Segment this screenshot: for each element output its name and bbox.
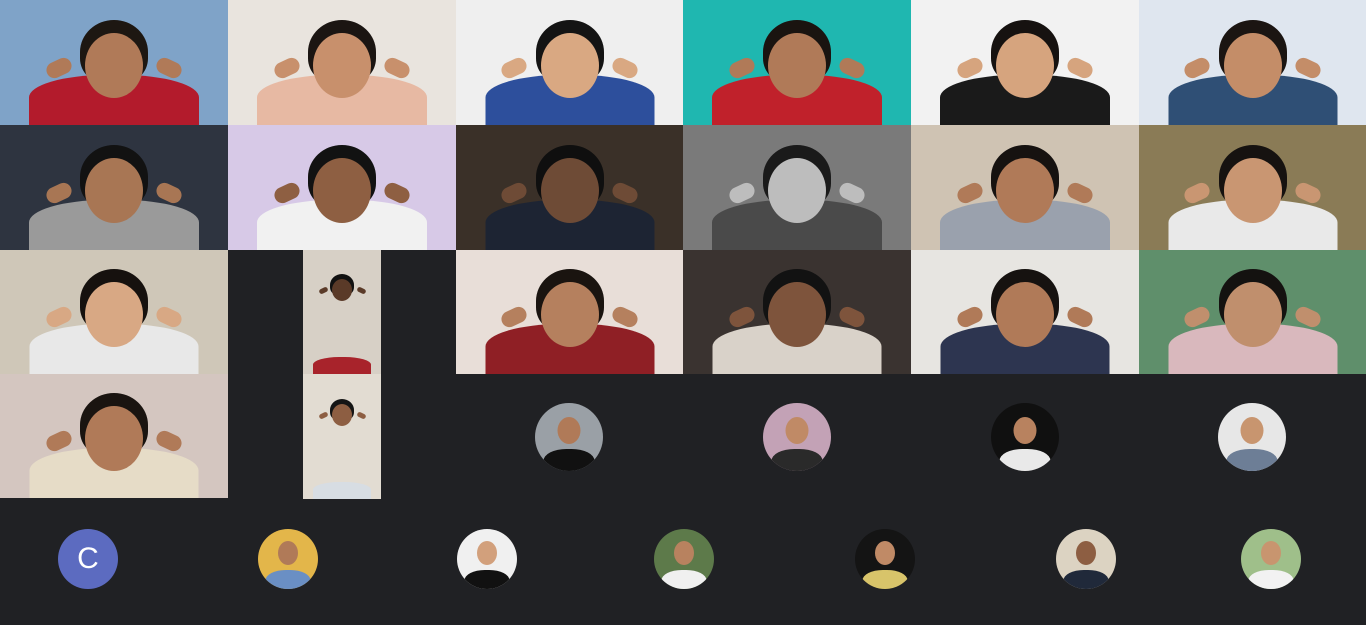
avatar-face bbox=[875, 541, 895, 565]
participant-video-tile[interactable] bbox=[0, 250, 228, 374]
participant-face bbox=[996, 282, 1054, 347]
participant-body bbox=[313, 357, 371, 374]
participant-body bbox=[313, 482, 371, 499]
participant-video-tile[interactable] bbox=[0, 374, 228, 498]
participant-video-tile[interactable] bbox=[0, 125, 228, 250]
participant-avatar[interactable] bbox=[763, 403, 831, 471]
avatar-body bbox=[1226, 449, 1278, 471]
participant-face bbox=[85, 33, 143, 98]
video-background bbox=[303, 250, 381, 374]
avatar-body bbox=[999, 449, 1051, 471]
participant-video-tile[interactable] bbox=[683, 125, 911, 250]
participant-avatar[interactable] bbox=[457, 529, 517, 589]
participant-face bbox=[996, 33, 1054, 98]
participant-face bbox=[1223, 33, 1282, 98]
avatar-body bbox=[265, 570, 311, 589]
participant-video-tile[interactable] bbox=[1139, 125, 1366, 250]
participant-face bbox=[332, 279, 352, 301]
participant-face bbox=[1223, 282, 1282, 347]
avatar-face bbox=[1240, 417, 1264, 444]
participant-video-tile[interactable] bbox=[911, 0, 1139, 125]
avatar-body bbox=[543, 449, 595, 471]
avatar-body bbox=[661, 570, 707, 589]
participant-face bbox=[85, 406, 143, 471]
participant-video-tile[interactable] bbox=[911, 250, 1139, 374]
avatar-face bbox=[1013, 417, 1037, 444]
participant-avatar[interactable] bbox=[991, 403, 1059, 471]
avatar-face bbox=[557, 417, 581, 444]
avatar-face bbox=[278, 541, 298, 565]
participant-face bbox=[85, 158, 143, 223]
participant-video-tile[interactable] bbox=[0, 0, 228, 125]
participant-face bbox=[768, 282, 826, 347]
participant-avatar[interactable] bbox=[1218, 403, 1286, 471]
participant-face bbox=[1223, 158, 1282, 223]
avatar-body bbox=[862, 570, 908, 589]
participant-face bbox=[332, 404, 352, 426]
avatar-body bbox=[771, 449, 823, 471]
participant-video-tile[interactable] bbox=[456, 0, 683, 125]
participant-face bbox=[313, 33, 371, 98]
participant-video-tile[interactable] bbox=[1139, 250, 1366, 374]
avatar-face bbox=[674, 541, 694, 565]
empty-slot bbox=[228, 250, 303, 500]
avatar-face bbox=[785, 417, 809, 444]
participant-video-tile[interactable] bbox=[303, 250, 381, 374]
avatar-body bbox=[464, 570, 510, 589]
participant-avatar[interactable] bbox=[855, 529, 915, 589]
participant-face bbox=[768, 158, 826, 223]
avatar-body bbox=[1063, 570, 1109, 589]
participant-face bbox=[85, 282, 143, 347]
participant-video-tile[interactable] bbox=[303, 374, 381, 499]
participant-face bbox=[540, 158, 599, 223]
avatar-face bbox=[1076, 541, 1096, 565]
participant-avatar[interactable] bbox=[258, 529, 318, 589]
avatar-face bbox=[1261, 541, 1281, 565]
participant-face bbox=[540, 33, 599, 98]
participant-avatar[interactable] bbox=[654, 529, 714, 589]
avatar-initial: C bbox=[77, 542, 99, 575]
participant-video-tile[interactable] bbox=[228, 0, 456, 125]
participant-avatar[interactable] bbox=[1241, 529, 1301, 589]
participant-face bbox=[768, 33, 826, 98]
participant-face bbox=[996, 158, 1054, 223]
participant-video-tile[interactable] bbox=[683, 0, 911, 125]
empty-slot bbox=[381, 250, 456, 500]
video-background bbox=[303, 374, 381, 499]
participant-avatar[interactable] bbox=[1056, 529, 1116, 589]
avatar-face bbox=[477, 541, 497, 565]
participant-video-tile[interactable] bbox=[228, 125, 456, 250]
participant-video-tile[interactable] bbox=[911, 125, 1139, 250]
participant-video-tile[interactable] bbox=[456, 250, 683, 374]
participant-video-tile[interactable] bbox=[456, 125, 683, 250]
participant-face bbox=[540, 282, 599, 347]
participant-video-tile[interactable] bbox=[1139, 0, 1366, 125]
participant-initial-avatar[interactable]: C bbox=[58, 529, 118, 589]
participant-avatar[interactable] bbox=[535, 403, 603, 471]
participant-face bbox=[313, 158, 371, 223]
participant-video-tile[interactable] bbox=[683, 250, 911, 374]
avatar-body bbox=[1248, 570, 1294, 589]
